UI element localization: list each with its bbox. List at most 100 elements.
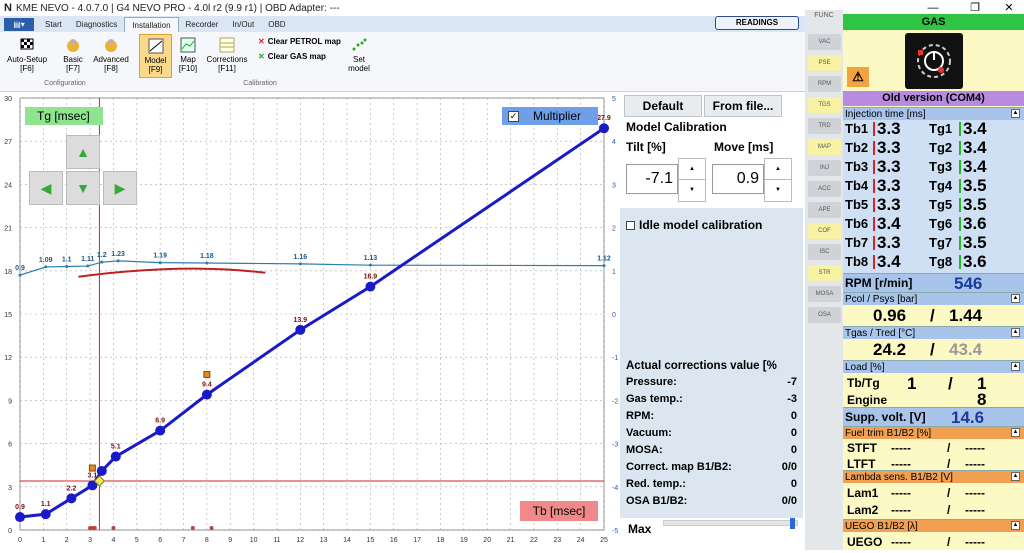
group-calibration-label: Calibration (243, 80, 277, 87)
correction-row: OSA B1/B2: 0/0 (620, 493, 803, 510)
tb-value: 3.3 (877, 119, 901, 138)
tg-data-label: 9.4 (202, 382, 212, 389)
green-x-icon: ✕ (258, 52, 265, 61)
x-tick-label: 23 (553, 537, 561, 544)
move-input[interactable]: 0.9 (712, 164, 764, 194)
x-tick-label: 2 (65, 537, 69, 544)
x-tick-label: 12 (296, 537, 304, 544)
func-pse[interactable]: PSE (808, 55, 841, 71)
tg-data-label: 3.1 (88, 472, 98, 479)
collapse-icon[interactable]: ▲ (1011, 521, 1020, 530)
y2-tick-label: 3 (612, 182, 616, 189)
func-inj[interactable]: INJ (808, 160, 841, 176)
tg-level-bar (959, 236, 961, 250)
default-button[interactable]: Default (624, 95, 702, 117)
func-vac[interactable]: VAC (808, 34, 841, 50)
tg-value: 3.5 (963, 176, 987, 195)
lambda-rows: Lam1 ----- / ----- Lam2 ----- / ----- (843, 483, 1024, 519)
basic-label: Basic [F7] (63, 55, 83, 73)
func-cof[interactable]: COF (808, 223, 841, 239)
advanced-button[interactable]: Advanced [F8] (90, 34, 132, 78)
set-model-button[interactable]: Set model (342, 34, 376, 78)
tilt-input[interactable]: -7.1 (626, 164, 678, 194)
func-osa[interactable]: OSA (808, 307, 841, 323)
y2-tick-label: -2 (612, 398, 618, 405)
idle-calibration-checkbox[interactable]: Idle model calibration (626, 218, 762, 232)
slider-thumb[interactable] (790, 518, 795, 529)
multiplier-toggle[interactable]: ✓ Multiplier (502, 107, 598, 125)
uego-b1-value: ----- (891, 535, 911, 549)
tab-diagnostics[interactable]: Diagnostics (69, 17, 124, 32)
x-tick-label: 10 (250, 537, 258, 544)
load-header: Load [%] ▲ (843, 360, 1024, 373)
collapse-icon[interactable]: ▲ (1011, 472, 1020, 481)
x-tick-label: 22 (530, 537, 538, 544)
tg-data-label: 27.9 (597, 115, 611, 122)
tilt-stepper[interactable]: ▲ ▼ (678, 158, 706, 202)
func-rpm[interactable]: RPM (808, 76, 841, 92)
func-acc[interactable]: ACC (808, 181, 841, 197)
lam2-label: Lam2 (847, 503, 879, 517)
correction-value: 0/0 (781, 495, 797, 507)
tb-value: 3.3 (877, 157, 901, 176)
func-tgs[interactable]: TGS (808, 97, 841, 113)
tab-in-out[interactable]: In/Out (225, 17, 261, 32)
arrow-left-button[interactable]: ◀ (29, 171, 63, 205)
y2-tick-label: -1 (612, 355, 618, 362)
multiplier-checkbox[interactable]: ✓ (508, 110, 519, 122)
func-isc[interactable]: ISC (808, 244, 841, 260)
supply-voltage-row: Supp. volt. [V] 14.6 (843, 407, 1024, 427)
func-str[interactable]: STR (808, 265, 841, 281)
max-slider[interactable] (663, 518, 798, 529)
arrow-up-button[interactable]: ▲ (66, 135, 100, 169)
slash: / (947, 503, 951, 517)
y-tick-label: 9 (8, 398, 12, 405)
collapse-icon[interactable]: ▲ (1011, 328, 1020, 337)
clear-petrol-map-button[interactable]: ✕ Clear PETROL map (258, 37, 341, 46)
arrow-right-button[interactable]: ▶ (103, 171, 137, 205)
tab-start[interactable]: Start (38, 17, 69, 32)
tab-recorder[interactable]: Recorder (179, 17, 226, 32)
tg-model-point (40, 509, 51, 520)
map-button[interactable]: Map [F10] (174, 34, 202, 78)
fuel-trim-rows: STFT ----- / ----- LTFT ----- / ----- (843, 439, 1024, 471)
correction-label: MOSA: (626, 444, 663, 456)
corrections-button[interactable]: Corrections [F11] (204, 34, 250, 78)
psys-value: 1.44 (949, 306, 983, 325)
basic-button[interactable]: Basic [F7] (54, 34, 92, 78)
func-trd[interactable]: TRD (808, 118, 841, 134)
model-label: Model [F9] (144, 56, 167, 74)
model-button[interactable]: Model [F9] (139, 34, 172, 78)
tb-label: Tb4 (845, 178, 869, 193)
tab-obd[interactable]: OBD (261, 17, 292, 32)
collapse-icon[interactable]: ▲ (1011, 109, 1020, 118)
from-file-button[interactable]: From file... (704, 95, 782, 117)
warning-icon[interactable]: ⚠ (847, 67, 869, 87)
arrow-down-button[interactable]: ▼ (66, 171, 100, 205)
readings-button[interactable]: READINGS (715, 16, 799, 30)
func-ape[interactable]: APE (808, 202, 841, 218)
injection-row: Tb3 3.3 Tg3 3.4 (843, 157, 1024, 176)
collapse-icon[interactable]: ▲ (1011, 428, 1020, 437)
lam2-b1-value: ----- (891, 503, 911, 517)
collapse-icon[interactable]: ▲ (1011, 294, 1020, 303)
auto-setup-button[interactable]: Auto-Setup [F6] (4, 34, 50, 78)
tg-model-point (110, 451, 121, 462)
app-logo: N (4, 2, 12, 14)
x-tick-label: 4 (111, 537, 115, 544)
app-menu-button[interactable]: ▤▾ (4, 18, 34, 31)
tg-value: 3.4 (963, 138, 987, 157)
correction-value: 0 (790, 478, 797, 490)
tab-installation[interactable]: Installation (124, 17, 179, 32)
injection-row: Tb8 3.4 Tg8 3.6 (843, 252, 1024, 271)
tg-value: 3.4 (963, 157, 987, 176)
collapse-icon[interactable]: ▲ (1011, 362, 1020, 371)
tb-tg-label: Tb/Tg (847, 376, 880, 390)
clear-gas-map-button[interactable]: ✕ Clear GAS map (258, 52, 326, 61)
correction-row: Red. temp.: 0 (620, 476, 803, 493)
move-stepper[interactable]: ▲ ▼ (764, 158, 792, 202)
func-map[interactable]: MAP (808, 139, 841, 155)
arrow-right-icon: ▶ (114, 179, 126, 196)
func-mosa[interactable]: MOSA (808, 286, 841, 302)
gas-switch-icon[interactable] (905, 33, 963, 89)
